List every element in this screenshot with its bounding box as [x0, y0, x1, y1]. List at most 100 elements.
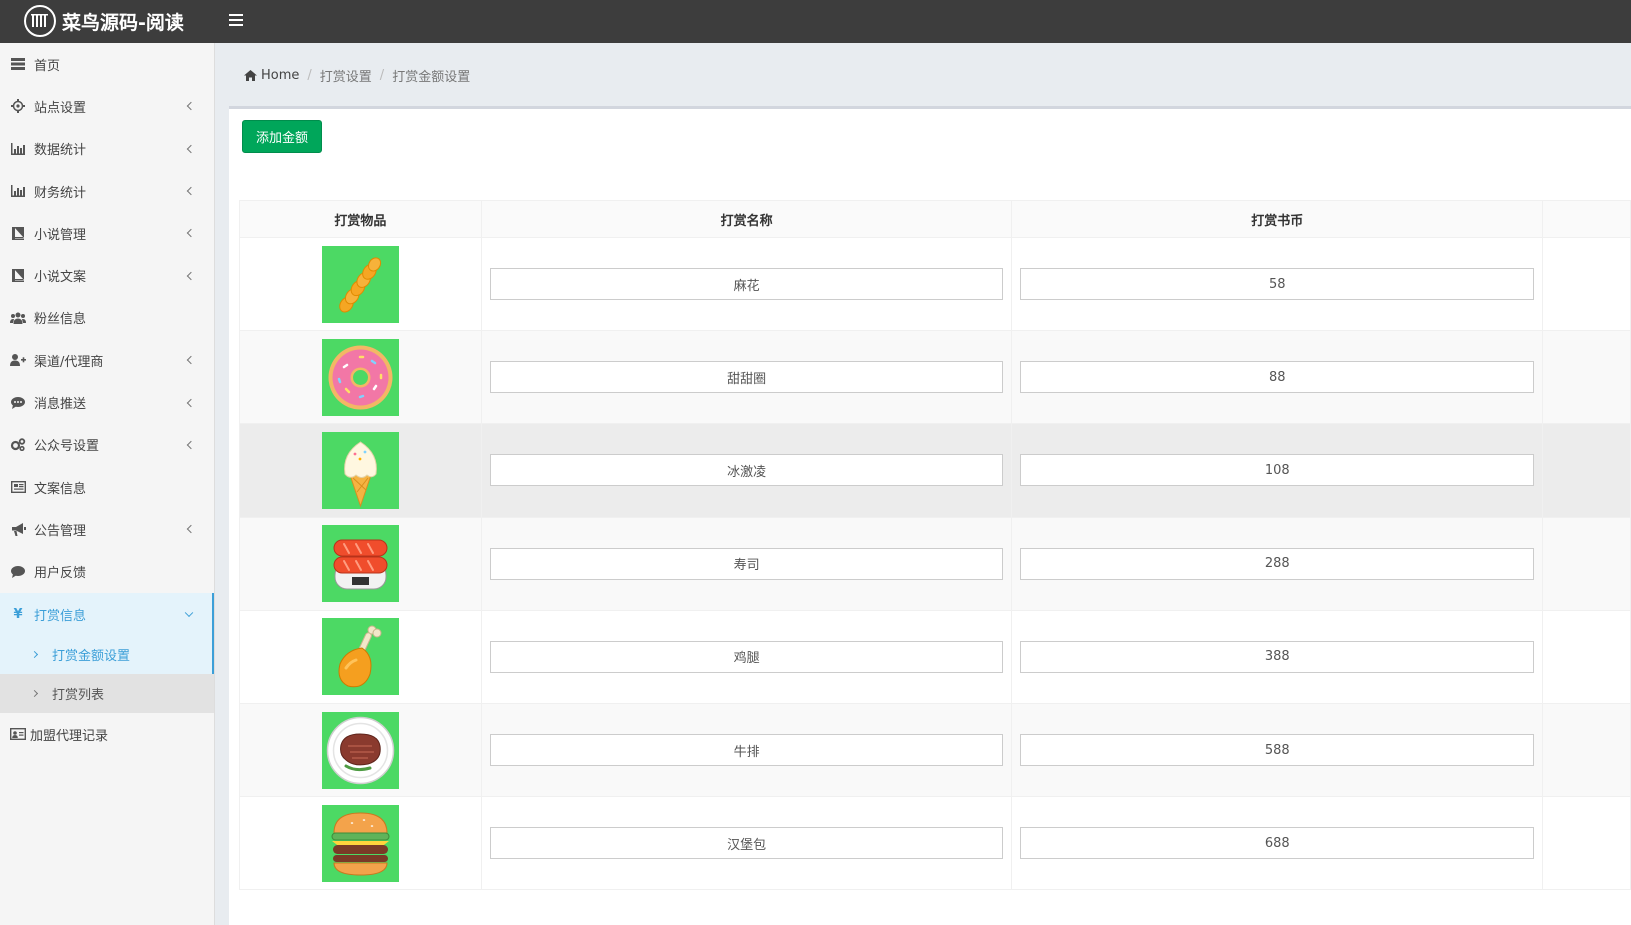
breadcrumb: Home / 打赏设置 / 打赏金额设置	[244, 66, 471, 85]
breadcrumb-home[interactable]: Home	[244, 68, 299, 83]
sidebar-subitem-reward-amount[interactable]: 打赏金额设置	[0, 635, 214, 675]
chevron-left-icon	[186, 271, 196, 280]
extra-cell	[1542, 796, 1631, 891]
table-row	[239, 516, 1631, 611]
sidebar-item-label: 文案信息	[34, 481, 87, 497]
comment-icon	[10, 565, 26, 579]
sidebar-item-label: 渠道/代理商	[34, 354, 104, 370]
gift-coins-cell	[1011, 609, 1544, 704]
gift-name-cell	[480, 702, 1013, 798]
table-row	[239, 796, 1631, 891]
gift-name-input[interactable]	[489, 361, 1004, 394]
book-icon	[10, 269, 26, 283]
sidebar-item-label: 小说文案	[34, 270, 87, 286]
chevron-left-icon	[186, 229, 196, 238]
sidebar-item-copy-info[interactable]: 文案信息	[0, 466, 214, 508]
steak-icon	[321, 711, 399, 789]
sidebar-item-fans[interactable]: 粉丝信息	[0, 297, 214, 339]
extra-cell	[1542, 609, 1631, 704]
sidebar-item-site-settings[interactable]: 站点设置	[0, 85, 214, 127]
sidebar-item-novel-management[interactable]: 小说管理	[0, 212, 214, 254]
sidebar-subitem-reward-list[interactable]: 打赏列表	[0, 674, 214, 714]
gift-coins-input[interactable]	[1020, 547, 1535, 580]
bullhorn-icon	[10, 522, 26, 536]
gift-coins-input[interactable]	[1020, 827, 1535, 860]
gift-image-cell	[239, 796, 482, 891]
table-row	[239, 702, 1631, 798]
gift-name-cell	[480, 423, 1013, 518]
sidebar-item-official-account[interactable]: 公众号设置	[0, 424, 214, 466]
hamburger-icon	[321, 804, 399, 882]
sidebar-item-channels-agents[interactable]: 渠道/代理商	[0, 339, 214, 381]
sidebar-item-agent-records[interactable]: 加盟代理记录	[0, 713, 214, 755]
gift-name-input[interactable]	[489, 827, 1004, 860]
column-header-coins: 打赏书币	[1011, 200, 1544, 238]
gift-image-cell	[239, 609, 482, 704]
sidebar-item-label: 首页	[34, 58, 61, 74]
sidebar-item-message-push[interactable]: 消息推送	[0, 381, 214, 423]
sidebar-item-label: 粉丝信息	[34, 312, 87, 328]
users-icon	[10, 311, 26, 325]
table-row	[239, 236, 1631, 332]
gift-name-input[interactable]	[489, 454, 1004, 487]
chevron-left-icon	[186, 355, 196, 365]
add-amount-button[interactable]: 添加金额	[242, 120, 322, 153]
gift-coins-cell	[1011, 330, 1544, 425]
bar-chart-icon	[10, 184, 26, 198]
chevron-left-icon	[186, 525, 196, 534]
sidebar-item-label: 加盟代理记录	[30, 728, 109, 744]
comment-dots-icon	[10, 396, 26, 410]
table-row	[239, 609, 1631, 704]
ice-cream-icon	[321, 431, 399, 509]
breadcrumb-separator: /	[307, 67, 312, 83]
gift-coins-input[interactable]	[1020, 640, 1535, 673]
gift-name-input[interactable]	[489, 734, 1004, 767]
sidebar-item-label: 消息推送	[34, 397, 87, 413]
sidebar-item-data-stats[interactable]: 数据统计	[0, 128, 214, 170]
newspaper-icon	[10, 480, 26, 494]
id-card-icon	[10, 727, 26, 741]
gift-coins-input[interactable]	[1020, 268, 1535, 301]
extra-cell	[1542, 236, 1631, 332]
sidebar-item-novel-copy[interactable]: 小说文案	[0, 254, 214, 296]
sidebar-item-reward-info[interactable]: ¥ 打赏信息	[0, 592, 214, 636]
table-row	[239, 423, 1631, 518]
sidebar-item-announcements[interactable]: 公告管理	[0, 508, 214, 550]
breadcrumb-level1[interactable]: 打赏设置	[320, 66, 372, 85]
gift-coins-input[interactable]	[1020, 361, 1535, 394]
table-row	[239, 330, 1631, 425]
chevron-right-icon	[30, 690, 39, 698]
sidebar-item-label: 公告管理	[34, 523, 87, 539]
gear-icon	[10, 99, 26, 114]
donut-icon	[321, 338, 399, 416]
table-header-row: 打赏物品 打赏名称 打赏书币	[239, 200, 1631, 238]
app-title: 菜鸟源码-阅读	[62, 11, 184, 34]
sidebar-item-label: 打赏信息	[34, 608, 87, 624]
gift-coins-input[interactable]	[1020, 454, 1535, 487]
twist-pastry-icon	[321, 245, 399, 323]
extra-cell	[1542, 702, 1631, 798]
sidebar-item-label: 用户反馈	[34, 566, 87, 582]
sidebar-item-feedback[interactable]: 用户反馈	[0, 551, 214, 593]
gift-image-cell	[239, 516, 482, 611]
sidebar-item-home[interactable]: 首页	[0, 43, 214, 85]
dashboard-icon	[10, 57, 26, 71]
column-header-extra	[1542, 200, 1631, 238]
book-icon	[10, 226, 26, 240]
gift-name-input[interactable]	[489, 640, 1004, 673]
gift-coins-cell	[1011, 796, 1544, 891]
gift-coins-input[interactable]	[1020, 734, 1535, 767]
sidebar-item-finance-stats[interactable]: 财务统计	[0, 170, 214, 212]
gift-name-input[interactable]	[489, 547, 1004, 580]
gift-name-input[interactable]	[489, 268, 1004, 301]
extra-cell	[1542, 423, 1631, 518]
breadcrumb-separator: /	[379, 67, 385, 83]
breadcrumb-current: 打赏金额设置	[392, 69, 471, 85]
gift-name-cell	[480, 516, 1013, 611]
menu-toggle-icon[interactable]	[229, 13, 243, 27]
gift-image-cell	[239, 702, 482, 798]
sidebar-item-label: 小说管理	[34, 227, 87, 243]
bar-chart-icon	[10, 142, 26, 156]
brand[interactable]: 菜鸟源码-阅读	[24, 5, 184, 37]
chevron-left-icon	[186, 102, 196, 111]
